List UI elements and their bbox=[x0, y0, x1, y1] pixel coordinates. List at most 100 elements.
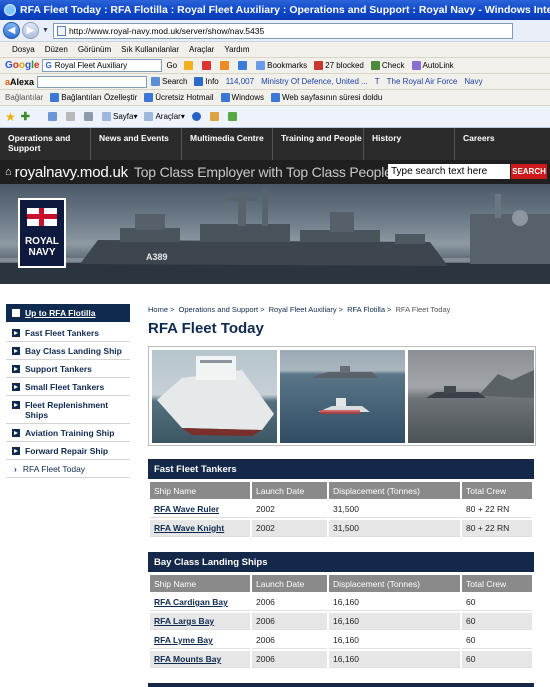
breadcrumb-home[interactable]: Home bbox=[148, 305, 168, 314]
sidebar: Up to RFA Flotilla Fast Fleet Tankers Ba… bbox=[6, 304, 130, 478]
sidebar-item-forward-repair[interactable]: Forward Repair Ship bbox=[6, 442, 130, 460]
share-icon[interactable] bbox=[238, 61, 249, 70]
address-bar: ◀ ▶ ▼ http://www.royal-navy.mod.uk/serve… bbox=[0, 20, 550, 42]
sidebar-item-label: Aviation Training Ship bbox=[25, 428, 115, 438]
tools-menu-button[interactable]: Araçlar ▾ bbox=[144, 112, 185, 121]
ship-link[interactable]: RFA Mounts Bay bbox=[154, 654, 221, 664]
next-section-head-edge bbox=[148, 683, 534, 687]
google-go-button[interactable]: Go bbox=[166, 61, 177, 70]
table-header-row: Ship Name Launch Date Displacement (Tonn… bbox=[150, 482, 532, 499]
site-search-input[interactable]: Type search text here bbox=[388, 164, 510, 179]
nav-multimedia[interactable]: Multimedia Centre bbox=[182, 128, 273, 160]
alexa-info-label: Info bbox=[205, 77, 219, 86]
link-expired[interactable]: Web sayfasının süresi doldu bbox=[270, 93, 382, 102]
toolbar-options-icon[interactable] bbox=[184, 61, 195, 70]
gmail-icon[interactable] bbox=[202, 61, 213, 70]
breadcrumb-operations[interactable]: Operations and Support bbox=[179, 305, 259, 314]
nav-careers[interactable]: Careers bbox=[455, 128, 550, 160]
home-button[interactable] bbox=[47, 112, 59, 121]
nav-news[interactable]: News and Events bbox=[91, 128, 182, 160]
bookmarks-label: Bookmarks bbox=[267, 61, 308, 70]
ship-link[interactable]: RFA Cardigan Bay bbox=[154, 597, 228, 607]
sidebar-item-support-tankers[interactable]: Support Tankers bbox=[6, 360, 130, 378]
forward-button[interactable]: ▶ bbox=[22, 22, 39, 39]
messenger-icon[interactable] bbox=[227, 112, 239, 121]
page-menu-button[interactable]: Sayfa ▾ bbox=[101, 112, 137, 121]
print-button[interactable] bbox=[83, 112, 95, 121]
alexa-traffic-rank[interactable]: 114,007 bbox=[226, 77, 254, 86]
site-tagline: Top Class Employer with Top Class People bbox=[133, 164, 392, 180]
crew-cell: 60 bbox=[462, 613, 532, 630]
ship-name-cell: RFA Cardigan Bay bbox=[150, 594, 250, 611]
nav-operations[interactable]: Operations and Support bbox=[0, 128, 91, 160]
back-button[interactable]: ◀ bbox=[3, 22, 20, 39]
photo-strip bbox=[148, 346, 536, 446]
site-search-button[interactable]: SEARCH bbox=[511, 164, 547, 179]
menu-file[interactable]: Dosya bbox=[12, 45, 35, 54]
arrow-bullet-icon bbox=[12, 429, 20, 437]
column-header: Launch Date bbox=[252, 575, 327, 592]
table-header-row: Ship Name Launch Date Displacement (Tonn… bbox=[150, 575, 532, 592]
alexa-link-t[interactable]: T bbox=[375, 77, 380, 86]
link-windows[interactable]: Windows bbox=[220, 93, 264, 102]
hero-banner: A389 ROYAL NAVY bbox=[0, 184, 550, 284]
favorites-star-icon[interactable]: ★ bbox=[5, 110, 16, 124]
url-input[interactable]: http://www.royal-navy.mod.uk/server/show… bbox=[52, 22, 513, 39]
site-name[interactable]: royalnavy.mod.uk bbox=[15, 164, 128, 181]
royal-navy-logo[interactable]: ROYAL NAVY bbox=[18, 198, 66, 268]
google-search-input[interactable]: G Royal Fleet Auxiliary bbox=[42, 59, 163, 72]
breadcrumb-flotilla[interactable]: RFA Flotilla bbox=[347, 305, 385, 314]
sidebar-item-aviation-training[interactable]: Aviation Training Ship bbox=[6, 424, 130, 442]
arrow-bullet-icon bbox=[12, 401, 20, 409]
research-icon[interactable] bbox=[209, 112, 221, 121]
history-dropdown-icon[interactable]: ▼ bbox=[42, 27, 49, 34]
alexa-link-mod[interactable]: Ministry Of Defence, United ... bbox=[261, 77, 368, 86]
tools-menu-label: Araçlar bbox=[155, 112, 181, 121]
ship-link[interactable]: RFA Wave Ruler bbox=[154, 504, 219, 514]
table-row: RFA Cardigan Bay 2006 16,160 60 bbox=[150, 594, 532, 611]
menu-tools[interactable]: Araçlar bbox=[189, 45, 214, 54]
ship-name-cell: RFA Wave Ruler bbox=[150, 501, 250, 518]
ship-name-cell: RFA Lyme Bay bbox=[150, 632, 250, 649]
sidebar-item-bay-class[interactable]: Bay Class Landing Ship bbox=[6, 342, 130, 360]
sidebar-item-fast-fleet-tankers[interactable]: Fast Fleet Tankers bbox=[6, 324, 130, 342]
table-row: RFA Lyme Bay 2006 16,160 60 bbox=[150, 632, 532, 649]
link-customize[interactable]: Bağlantıları Özelleştir bbox=[50, 93, 137, 102]
sidebar-up-icon bbox=[12, 309, 20, 317]
alexa-search-button[interactable]: Search bbox=[151, 77, 187, 86]
sidebar-item-fleet-replenishment[interactable]: Fleet Replenishment Ships bbox=[6, 396, 130, 424]
feeds-button[interactable] bbox=[65, 112, 77, 121]
help-icon[interactable] bbox=[191, 112, 203, 121]
spellcheck-button[interactable]: Check bbox=[370, 61, 405, 70]
breadcrumb-rfa[interactable]: Royal Fleet Auxiliary bbox=[269, 305, 337, 314]
menu-help[interactable]: Yardım bbox=[224, 45, 249, 54]
alexa-link-raf[interactable]: The Royal Air Force bbox=[387, 77, 458, 86]
ship-link[interactable]: RFA Lyme Bay bbox=[154, 635, 213, 645]
popup-blocker-button[interactable]: 27 blocked bbox=[314, 61, 364, 70]
autolink-button[interactable]: AutoLink bbox=[411, 61, 454, 70]
sidebar-item-current[interactable]: › RFA Fleet Today bbox=[6, 460, 130, 478]
link-hotmail[interactable]: Ücretsiz Hotmail bbox=[144, 93, 214, 102]
column-header: Ship Name bbox=[150, 482, 250, 499]
google-g-icon: G bbox=[45, 61, 52, 70]
bay-class-table: Ship Name Launch Date Displacement (Tonn… bbox=[148, 573, 534, 670]
alexa-search-input[interactable] bbox=[37, 75, 148, 88]
menu-view[interactable]: Görünüm bbox=[78, 45, 111, 54]
ship-link[interactable]: RFA Wave Knight bbox=[154, 523, 224, 533]
alexa-info-button[interactable]: Info bbox=[194, 77, 219, 86]
google-search-value: Royal Fleet Auxiliary bbox=[54, 61, 128, 70]
menu-edit[interactable]: Düzen bbox=[45, 45, 68, 54]
bookmarks-button[interactable]: Bookmarks bbox=[256, 61, 307, 70]
section-fast-fleet-tankers-title: Fast Fleet Tankers bbox=[148, 459, 534, 479]
home-icon[interactable]: ⌂ bbox=[5, 166, 12, 178]
ship-link[interactable]: RFA Largs Bay bbox=[154, 616, 214, 626]
rss-icon[interactable] bbox=[220, 61, 231, 70]
page-title: RFA Fleet Today bbox=[148, 320, 264, 337]
add-favorite-icon[interactable]: ✚ bbox=[21, 110, 30, 123]
sidebar-item-small-fleet-tankers[interactable]: Small Fleet Tankers bbox=[6, 378, 130, 396]
alexa-link-navy[interactable]: Navy bbox=[464, 77, 482, 86]
nav-history[interactable]: History bbox=[364, 128, 455, 160]
sidebar-up-link[interactable]: Up to RFA Flotilla bbox=[6, 304, 130, 324]
nav-training[interactable]: Training and People bbox=[273, 128, 364, 160]
menu-favorites[interactable]: Sık Kullanılanlar bbox=[121, 45, 179, 54]
